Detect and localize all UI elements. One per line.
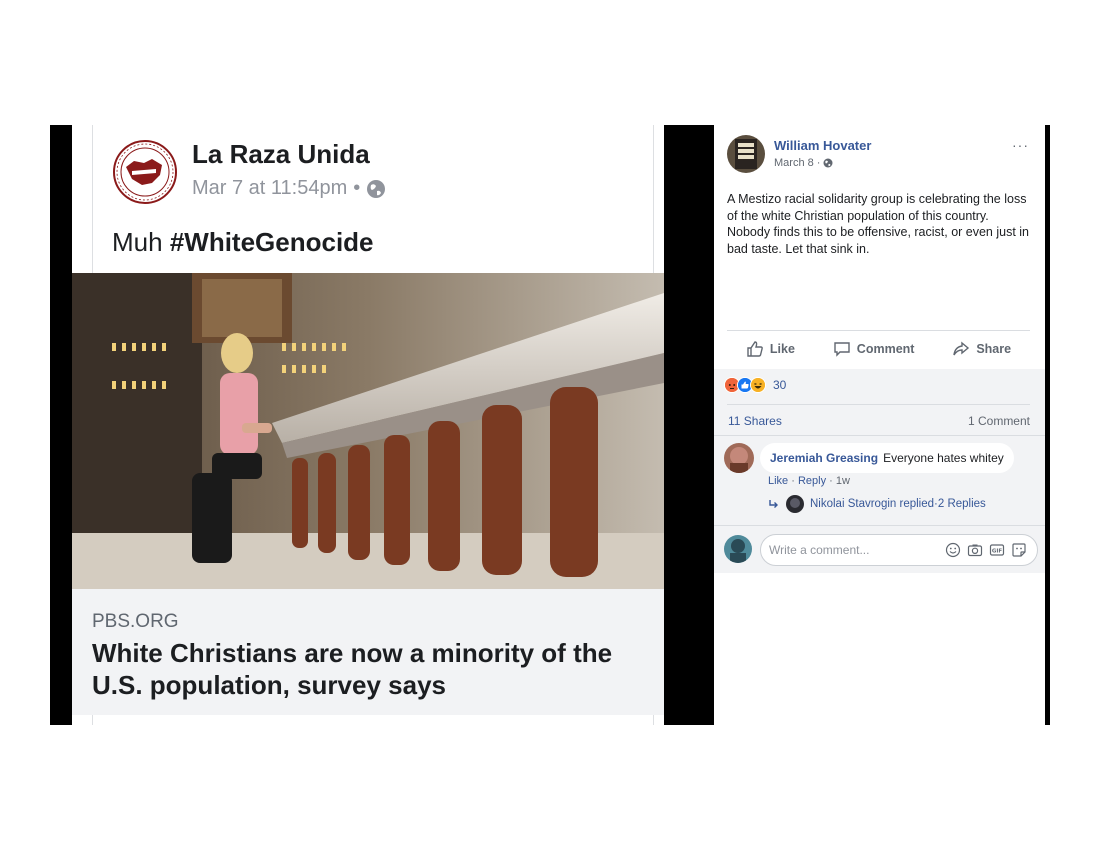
page-name[interactable]: La Raza Unida xyxy=(192,139,370,170)
shares-count-link[interactable]: 11 Shares xyxy=(728,414,782,428)
svg-text:GIF: GIF xyxy=(992,549,1003,555)
reply-count: 2 Replies xyxy=(937,498,986,510)
reaction-count: 30 xyxy=(773,378,787,392)
org-logo-icon[interactable] xyxy=(112,139,178,205)
emoji-icon[interactable] xyxy=(945,542,961,558)
black-border-right xyxy=(1045,125,1050,725)
comment-text: Everyone hates whitey xyxy=(883,451,1004,465)
reply-arrow-icon xyxy=(769,500,778,508)
thumbs-up-icon xyxy=(747,341,763,357)
author-name[interactable]: William Hovater xyxy=(774,138,871,153)
post-date[interactable]: March 8 · xyxy=(774,157,833,169)
link-domain: PBS.ORG xyxy=(92,611,179,632)
more-options-icon[interactable]: ··· xyxy=(1012,137,1029,153)
comment-button[interactable]: Comment xyxy=(833,340,914,358)
haha-icon xyxy=(750,377,766,393)
replier-avatar xyxy=(786,495,804,513)
black-border-left xyxy=(50,125,72,725)
reply-summary-text: Nikolai Stavrogin replied xyxy=(810,498,935,510)
post-message: A Mestizo racial solidarity group is cel… xyxy=(727,192,1030,256)
hashtag-link[interactable]: #WhiteGenocide xyxy=(170,227,374,257)
current-user-avatar xyxy=(724,535,752,563)
globe-icon xyxy=(367,179,386,198)
post-timestamp[interactable]: Mar 7 at 11:54pm • xyxy=(192,177,386,200)
share-arrow-icon xyxy=(953,341,970,356)
sticker-icon[interactable] xyxy=(1011,542,1027,558)
comment-like-link[interactable]: Like xyxy=(768,475,788,487)
comments-count-link[interactable]: 1 Comment xyxy=(968,414,1030,428)
comment-bubble: Jeremiah Greasing Everyone hates whitey xyxy=(760,443,1014,473)
author-avatar[interactable] xyxy=(727,135,765,173)
share-button[interactable]: Share xyxy=(952,340,1011,358)
write-comment-input[interactable] xyxy=(761,542,941,558)
embedded-post: La Raza Unida Mar 7 at 11:54pm • Muh #Wh… xyxy=(72,125,664,725)
comment-time[interactable]: · 1w xyxy=(826,475,850,487)
like-button[interactable]: Like xyxy=(746,340,795,358)
link-title: White Christians are now a minority of t… xyxy=(92,638,613,700)
link-photo[interactable] xyxy=(72,273,664,589)
comment-reply-link[interactable]: Reply xyxy=(798,475,826,487)
replies-summary[interactable]: Nikolai Stavrogin replied · 2 Replies xyxy=(768,495,986,513)
reactions-summary[interactable]: 30 xyxy=(724,377,786,393)
comment-author[interactable]: Jeremiah Greasing xyxy=(770,451,878,465)
speech-bubble-icon xyxy=(834,342,850,357)
globe-icon xyxy=(823,158,833,168)
link-preview-card[interactable]: PBS.ORG White Christians are now a minor… xyxy=(72,589,664,715)
facebook-post: William Hovater March 8 · ··· A Mestizo … xyxy=(714,125,1045,725)
camera-icon[interactable] xyxy=(967,542,983,558)
post-actions: Like Comment Share xyxy=(727,338,1030,360)
comment-actions: Like · Reply · 1w xyxy=(768,475,850,487)
black-border-middle xyxy=(664,125,714,725)
comment-box[interactable]: GIF xyxy=(760,534,1038,566)
gif-icon[interactable]: GIF xyxy=(989,542,1005,558)
commenter-avatar[interactable] xyxy=(724,443,754,473)
post-message: Muh #WhiteGenocide xyxy=(112,227,374,257)
